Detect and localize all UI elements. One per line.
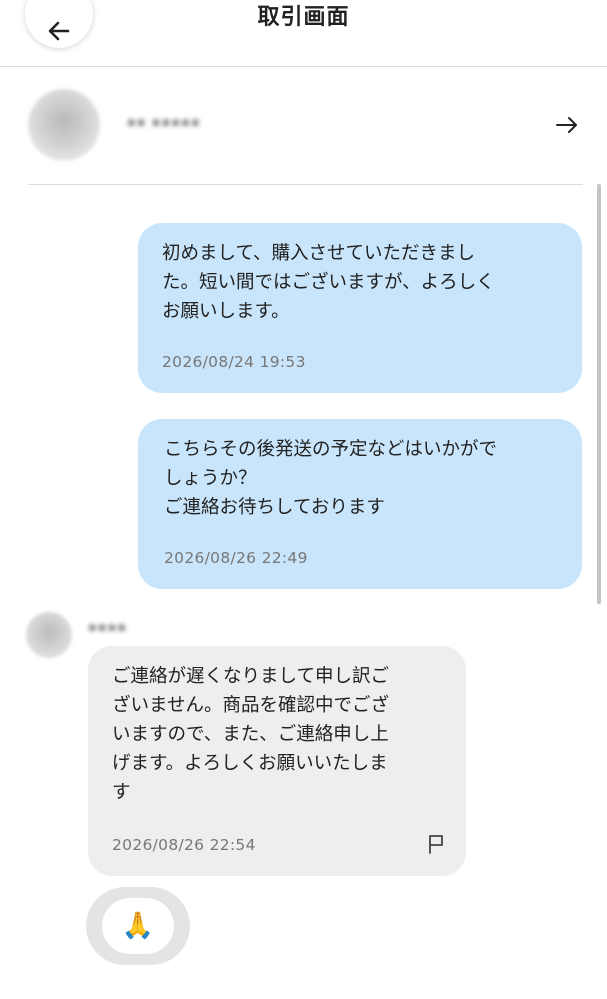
divider (28, 184, 583, 185)
trade-partner-row[interactable]: ▪▪ ▪▪▪▪▪ (0, 67, 607, 184)
flag-icon[interactable] (424, 832, 448, 856)
message-bubble-outgoing: こちらその後発送の予定などはいかがで しょうか？ ご連絡お待ちしております 20… (138, 419, 582, 589)
message-bubble-incoming: ご連絡が遅くなりまして申し訳ご ざいません。商品を確認中でござ いますので、また… (88, 646, 466, 876)
sender-name: ▪▪▪▪ (88, 620, 128, 635)
message-text: ご連絡が遅くなりまして申し訳ご ざいません。商品を確認中でござ いますので、また… (112, 666, 389, 803)
sender-avatar (26, 612, 72, 658)
partner-name: ▪▪ ▪▪▪▪▪ (127, 115, 201, 130)
scrollbar[interactable] (597, 184, 601, 604)
reaction-button[interactable]: 🙏 (86, 887, 190, 965)
message-bubble-outgoing: 初めまして、購入させていただきまし た。短い間ではございますが、よろしく お願い… (138, 223, 582, 393)
message-text: 初めまして、購入させていただきまし た。短い間ではございますが、よろしく お願い… (162, 243, 495, 322)
page-title: 取引画面 (257, 5, 350, 30)
message-timestamp: 2026/08/26 22:49 (164, 549, 308, 567)
reaction-emoji: 🙏 (102, 898, 174, 954)
avatar (28, 89, 100, 161)
arrow-right-icon[interactable] (554, 112, 580, 138)
header: 取引画面 (0, 0, 607, 67)
message-timestamp: 2026/08/26 22:54 (112, 836, 256, 854)
message-text: こちらその後発送の予定などはいかがで しょうか？ ご連絡お待ちしております (164, 439, 498, 518)
message-timestamp: 2026/08/24 19:53 (162, 353, 306, 371)
